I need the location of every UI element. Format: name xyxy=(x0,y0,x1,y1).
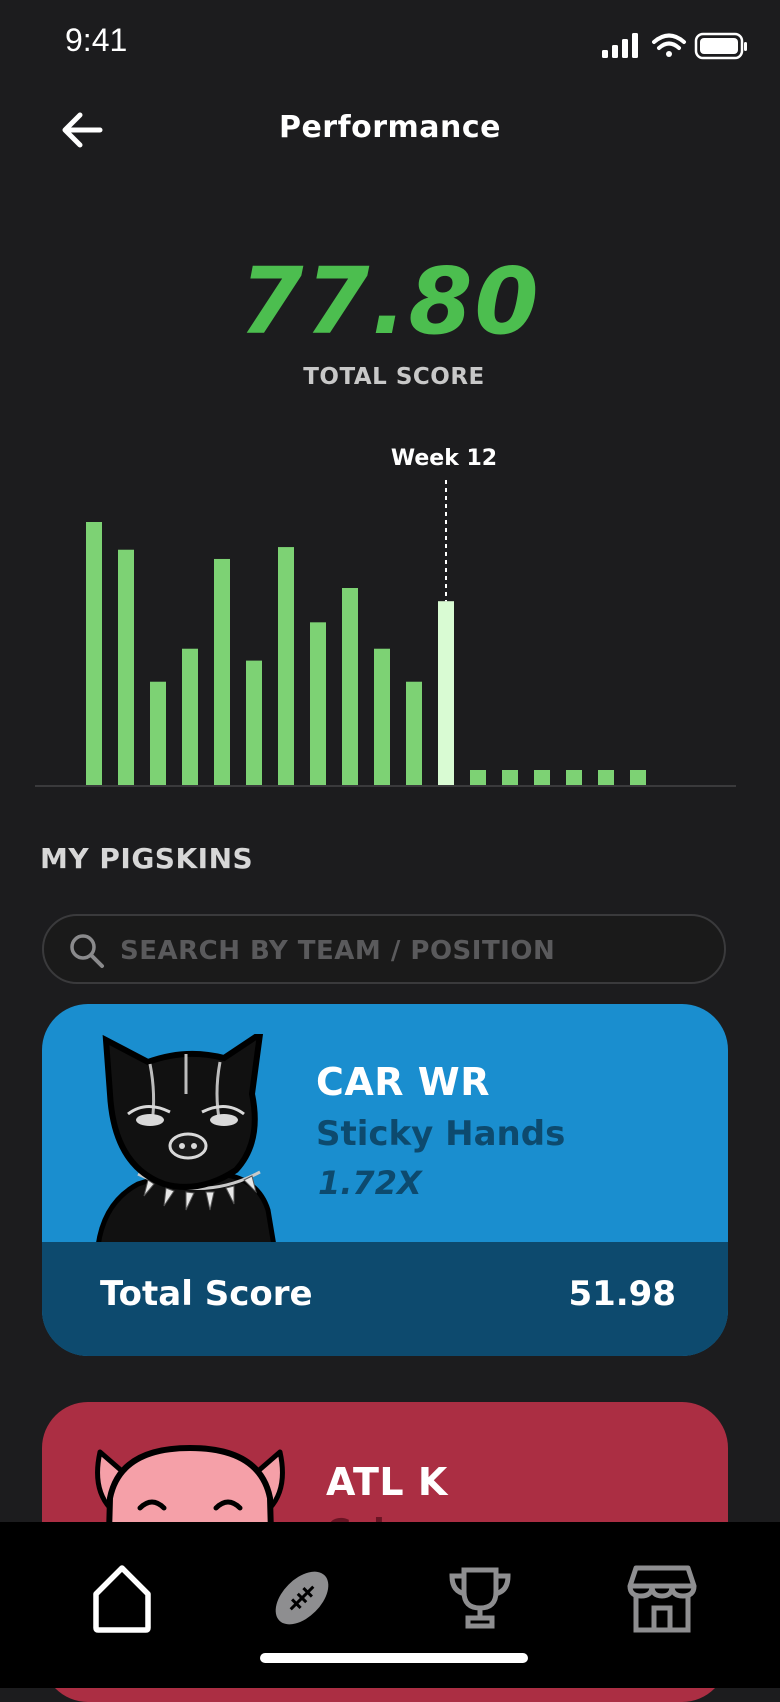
football-icon[interactable] xyxy=(262,1558,342,1638)
chart-bar-week-17[interactable] xyxy=(598,770,614,786)
search-input[interactable] xyxy=(118,926,712,976)
page-title: Performance xyxy=(278,110,502,145)
chart-bar-week-3[interactable] xyxy=(150,681,166,786)
section-title: MY PIGSKINS xyxy=(40,842,254,875)
wifi-icon xyxy=(652,33,686,57)
signal-icon xyxy=(602,33,638,58)
card-team-position: CAR WR xyxy=(316,1060,490,1104)
search-field[interactable] xyxy=(42,914,726,984)
chart-bar-week-7[interactable] xyxy=(278,547,294,786)
total-score-label: TOTAL SCORE xyxy=(303,364,485,390)
chart-bar-week-6[interactable] xyxy=(246,660,262,786)
chart-bar-week-15[interactable] xyxy=(534,770,550,786)
weekly-performance-chart: Week 12 xyxy=(35,446,736,787)
card-team-position: ATL K xyxy=(326,1460,448,1504)
card-multiplier: 1.72X xyxy=(318,1164,422,1202)
chart-bar-week-1[interactable] xyxy=(86,522,102,786)
black-panther-pig-icon xyxy=(95,1034,277,1246)
chart-bar-week-9[interactable] xyxy=(342,588,358,786)
home-icon[interactable] xyxy=(82,1558,162,1638)
status-time: 9:41 xyxy=(65,22,128,58)
total-score-value: 77.80 xyxy=(239,248,541,355)
chart-bar-week-18[interactable] xyxy=(630,770,646,786)
trophy-icon[interactable] xyxy=(440,1558,520,1638)
tab-bar xyxy=(0,1522,780,1688)
chart-bar-week-11[interactable] xyxy=(406,681,422,786)
card-footer-value: 51.98 xyxy=(568,1274,676,1314)
chart-bar-week-2[interactable] xyxy=(118,549,134,786)
highlight-week-label: Week 12 xyxy=(391,446,497,471)
chart-bar-week-13[interactable] xyxy=(470,770,486,786)
chart-bar-week-10[interactable] xyxy=(374,648,390,786)
chart-bar-week-12[interactable] xyxy=(438,601,454,786)
chart-bar-week-5[interactable] xyxy=(214,558,230,786)
search-icon xyxy=(70,934,104,968)
chart-bar-week-4[interactable] xyxy=(182,648,198,786)
card-trait: Sticky Hands xyxy=(316,1114,566,1154)
battery-icon xyxy=(694,32,747,60)
store-icon[interactable] xyxy=(622,1558,702,1638)
home-indicator xyxy=(260,1653,528,1663)
card-footer-label: Total Score xyxy=(100,1274,313,1314)
status-icons xyxy=(602,32,747,60)
chart-bar-week-16[interactable] xyxy=(566,770,582,786)
card-footer: Total Score 51.98 xyxy=(42,1242,728,1356)
chart-bar-week-14[interactable] xyxy=(502,770,518,786)
chart-bar-week-8[interactable] xyxy=(310,622,326,786)
pigskin-card[interactable]: CAR WR Sticky Hands 1.72X Total Score 51… xyxy=(42,1004,728,1356)
